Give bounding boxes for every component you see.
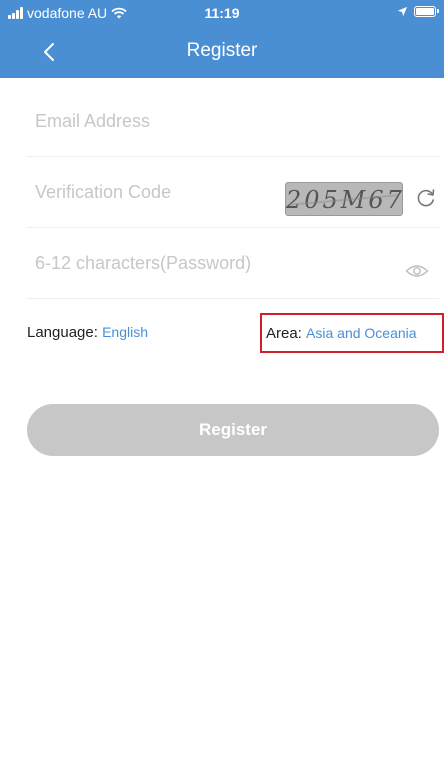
refresh-icon[interactable]: [415, 187, 437, 209]
page-title: Register: [186, 40, 258, 61]
verification-code-field[interactable]: [35, 157, 295, 227]
nav-bar: Register: [0, 26, 444, 78]
settings-row: Language: English Area: Asia and Oceania: [27, 298, 444, 368]
verification-row: 205M67: [27, 157, 439, 228]
email-field[interactable]: [35, 86, 295, 156]
area-label: Area:: [266, 325, 302, 342]
password-row: [27, 228, 439, 299]
eye-icon[interactable]: [405, 262, 429, 280]
area-setting[interactable]: Area: Asia and Oceania: [260, 313, 444, 353]
location-arrow-icon: [397, 6, 408, 17]
status-time: 11:19: [204, 5, 240, 21]
password-field[interactable]: [35, 228, 295, 298]
app-header: vodafone AU 11:19 Register: [0, 0, 444, 78]
captcha-image[interactable]: 205M67: [285, 182, 403, 216]
battery-icon: [414, 6, 439, 17]
register-button[interactable]: Register: [27, 404, 439, 456]
area-value[interactable]: Asia and Oceania: [306, 325, 417, 341]
status-bar: vodafone AU 11:19: [0, 0, 444, 26]
language-label: Language:: [27, 324, 98, 341]
language-value[interactable]: English: [102, 324, 148, 340]
status-right: [397, 6, 439, 17]
language-setting[interactable]: Language: English: [27, 324, 148, 341]
email-row: [27, 86, 439, 157]
